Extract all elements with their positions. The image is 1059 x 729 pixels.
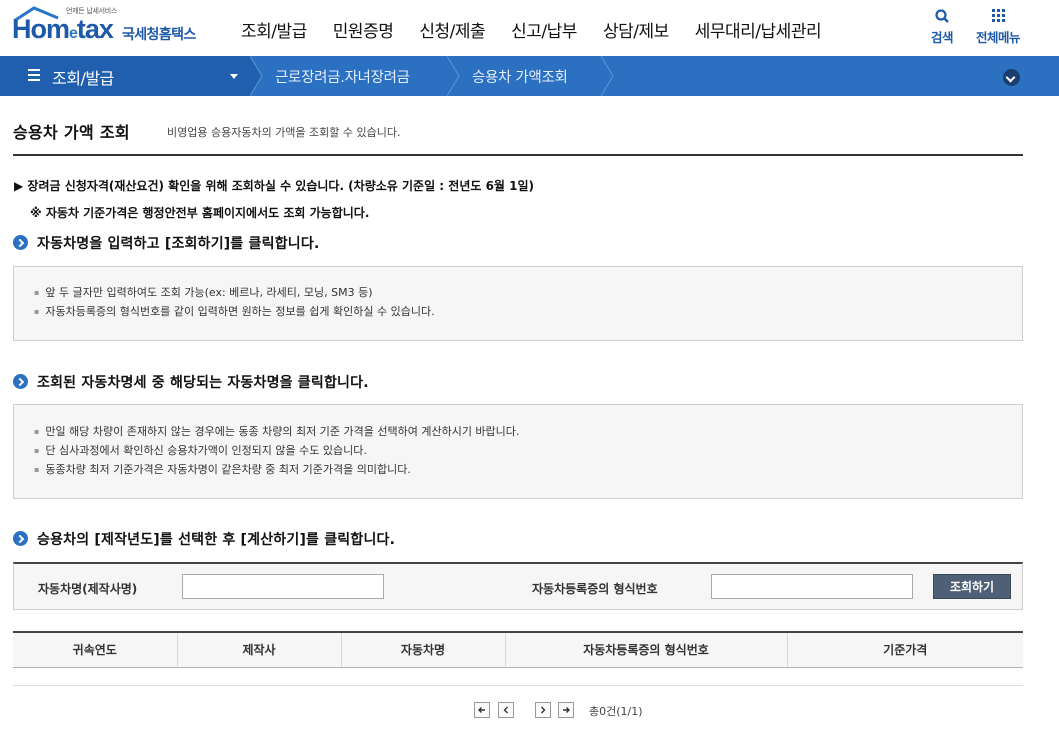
list-item: 앞 두 글자만 입력하여도 조회 가능(ex: 베르나, 라세티, 모닝, SM…	[34, 283, 435, 302]
all-menu-button[interactable]: 전체메뉴	[968, 7, 1028, 46]
gnb-item-certificates[interactable]: 민원증명	[333, 17, 394, 42]
breadcrumb-item-incentive[interactable]: 근로장려금.자녀장려금	[275, 66, 410, 87]
top-header: 언제든 납세서비스 Hometax 국세청홈택스 조회/발급 민원증명 신청/제…	[0, 0, 1059, 56]
prev-page-button[interactable]	[498, 702, 514, 718]
step-2-heading: 조회된 자동차명세 중 해당되는 자동차명을 클릭합니다.	[13, 372, 369, 392]
location-navbar: 조회/발급 근로장려금.자녀장려금 승용차 가액조회	[0, 56, 1059, 96]
column-header-base-price: 기준가격	[787, 631, 1023, 668]
column-header-car-name: 자동차명	[341, 631, 506, 668]
chevron-right-icon	[541, 706, 546, 714]
chevron-separator-icon	[447, 56, 460, 96]
caret-down-icon	[230, 74, 238, 79]
model-number-input[interactable]	[711, 574, 913, 599]
expand-chevron-icon[interactable]	[1003, 69, 1020, 86]
column-header-model-number: 자동차등록증의 형식번호	[505, 631, 788, 668]
next-page-button[interactable]	[535, 702, 551, 718]
chevron-left-icon	[503, 706, 508, 714]
step-1-heading: 자동차명을 입력하고 [조회하기]를 클릭합니다.	[13, 233, 319, 253]
search-form: 자동차명(제작사명) 자동차등록증의 형식번호 조회하기	[13, 562, 1023, 610]
logo-wordmark: Hometax	[12, 14, 114, 44]
hometax-logo[interactable]: 언제든 납세서비스 Hometax 국세청홈택스	[12, 6, 212, 50]
list-item: 단 심사과정에서 확인하신 승용차가액이 인정되지 않을 수도 있습니다.	[34, 441, 519, 460]
notice-reference: ※ 자동차 기준가격은 행정안전부 홈페이지에서도 조회 가능합니다.	[30, 206, 370, 220]
nav-menu-dropdown[interactable]: 조회/발급	[0, 56, 250, 96]
breadcrumb-item-car-value[interactable]: 승용차 가액조회	[472, 66, 568, 87]
global-nav: 조회/발급 민원증명 신청/제출 신고/납부 상담/제보 세무대리/납세관리	[228, 17, 834, 42]
gnb-item-filing[interactable]: 신고/납부	[511, 17, 577, 42]
arrow-circle-icon	[13, 531, 28, 546]
search-submit-button[interactable]: 조회하기	[933, 574, 1011, 599]
table-header-row: 귀속연도 제작사 자동차명 자동차등록증의 형식번호 기준가격	[13, 631, 1023, 668]
first-page-button[interactable]	[474, 702, 490, 718]
first-page-icon	[478, 707, 485, 713]
page-count: 총0건(1/1)	[589, 705, 643, 718]
grid-menu-icon	[992, 9, 1005, 22]
car-name-label: 자동차명(제작사명)	[38, 582, 138, 596]
page-description: 비영업용 승용자동차의 가액을 조회할 수 있습니다.	[167, 126, 401, 139]
search-icon	[935, 9, 949, 23]
step-2-info-box: 만일 해당 차량이 존재하지 않는 경우에는 동종 차량의 최저 기준 가격을 …	[13, 404, 1023, 499]
hamburger-icon	[28, 69, 40, 81]
step-1-info-box: 앞 두 글자만 입력하여도 조회 가능(ex: 베르나, 라세티, 모닝, SM…	[13, 266, 1023, 341]
table-bottom-line	[13, 685, 1023, 686]
car-name-input[interactable]	[182, 574, 384, 599]
search-button[interactable]: 검색	[912, 7, 972, 46]
gnb-item-application[interactable]: 신청/제출	[419, 17, 485, 42]
page-title: 승용차 가액 조회	[13, 123, 130, 142]
list-item: 만일 해당 차량이 존재하지 않는 경우에는 동종 차량의 최저 기준 가격을 …	[34, 422, 519, 441]
arrow-circle-icon	[13, 374, 28, 389]
model-number-label: 자동차등록증의 형식번호	[532, 582, 658, 596]
list-item: 자동차등록증의 형식번호를 같이 입력하면 원하는 정보를 쉽게 확인하실 수 …	[34, 302, 434, 321]
gnb-item-consultation[interactable]: 상담/제보	[603, 17, 669, 42]
gnb-item-tax-agent[interactable]: 세무대리/납세관리	[695, 17, 822, 42]
list-item: 동종차량 최저 기준가격은 자동차명이 같은차량 중 최저 기준가격을 의미합니…	[34, 460, 519, 479]
notice-eligibility: ▶ 장려금 신청자격(재산요건) 확인을 위해 조회하실 수 있습니다. (차량…	[14, 179, 535, 193]
result-table: 귀속연도 제작사 자동차명 자동차등록증의 형식번호 기준가격	[13, 631, 1023, 668]
column-header-maker: 제작사	[177, 631, 342, 668]
all-menu-label: 전체메뉴	[975, 30, 1021, 45]
chevron-separator-icon	[601, 56, 614, 96]
arrow-circle-icon	[13, 235, 28, 250]
gnb-item-inquiry[interactable]: 조회/발급	[241, 17, 307, 42]
step-3-heading: 승용차의 [제작년도]를 선택한 후 [계산하기]를 클릭합니다.	[13, 529, 395, 549]
last-page-button[interactable]	[558, 702, 574, 718]
nav-first-label: 조회/발급	[52, 69, 114, 88]
last-page-icon	[563, 707, 570, 713]
chevron-separator-icon	[250, 56, 263, 96]
logo-korean-name: 국세청홈택스	[122, 27, 196, 43]
search-label: 검색	[930, 30, 954, 45]
column-header-year: 귀속연도	[13, 631, 178, 668]
title-divider	[13, 154, 1023, 156]
